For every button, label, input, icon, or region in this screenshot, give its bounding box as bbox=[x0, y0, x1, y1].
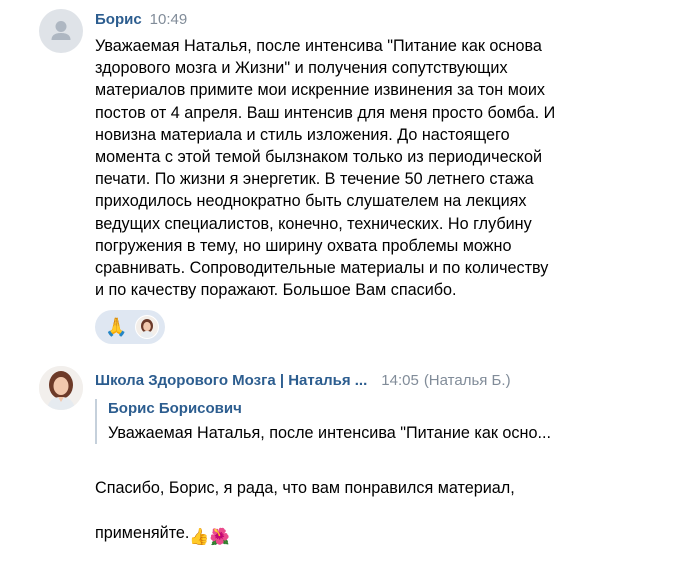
reaction-badge[interactable]: 🙏 bbox=[95, 310, 165, 344]
reply-quote[interactable]: Борис Борисович Уважаемая Наталья, после… bbox=[95, 399, 608, 444]
message-text-line: применяйте.👍🌺 bbox=[95, 522, 655, 548]
signature: (Наталья Б.) bbox=[423, 372, 511, 389]
default-user-avatar-icon bbox=[51, 21, 71, 40]
woman-portrait-avatar-icon bbox=[136, 316, 159, 338]
quote-text: Уважаемая Наталья, после интенсива "Пита… bbox=[108, 424, 551, 442]
message-time[interactable]: 10:49 bbox=[150, 11, 188, 28]
message-text: Уважаемая Наталья, после интенсива "Пита… bbox=[95, 37, 556, 300]
message-text: Спасибо, Борис, я рада, что вам понравил… bbox=[95, 455, 655, 570]
pray-emoji-icon: 🙏 bbox=[105, 317, 128, 337]
school-avatar[interactable] bbox=[39, 366, 83, 410]
author-name[interactable]: Школа Здорового Мозга | Наталья ... bbox=[95, 372, 367, 389]
message-time[interactable]: 14:05 bbox=[381, 372, 419, 389]
quote-author: Борис Борисович bbox=[108, 400, 242, 417]
message-text-line: Спасибо, Борис, я рада, что вам понравил… bbox=[95, 479, 515, 498]
reactor-avatar bbox=[135, 315, 160, 339]
message-text-end: применяйте. bbox=[95, 523, 190, 542]
message-header: Борис 10:49 bbox=[95, 11, 187, 28]
woman-portrait-avatar-icon bbox=[39, 366, 83, 410]
thumbs-up-emoji-icon: 👍 bbox=[189, 527, 210, 546]
author-name[interactable]: Борис bbox=[95, 11, 142, 28]
message-header: Школа Здорового Мозга | Наталья ... 14:05… bbox=[95, 372, 511, 389]
hibiscus-emoji-icon: 🌺 bbox=[209, 527, 230, 546]
user-avatar[interactable] bbox=[39, 9, 83, 53]
